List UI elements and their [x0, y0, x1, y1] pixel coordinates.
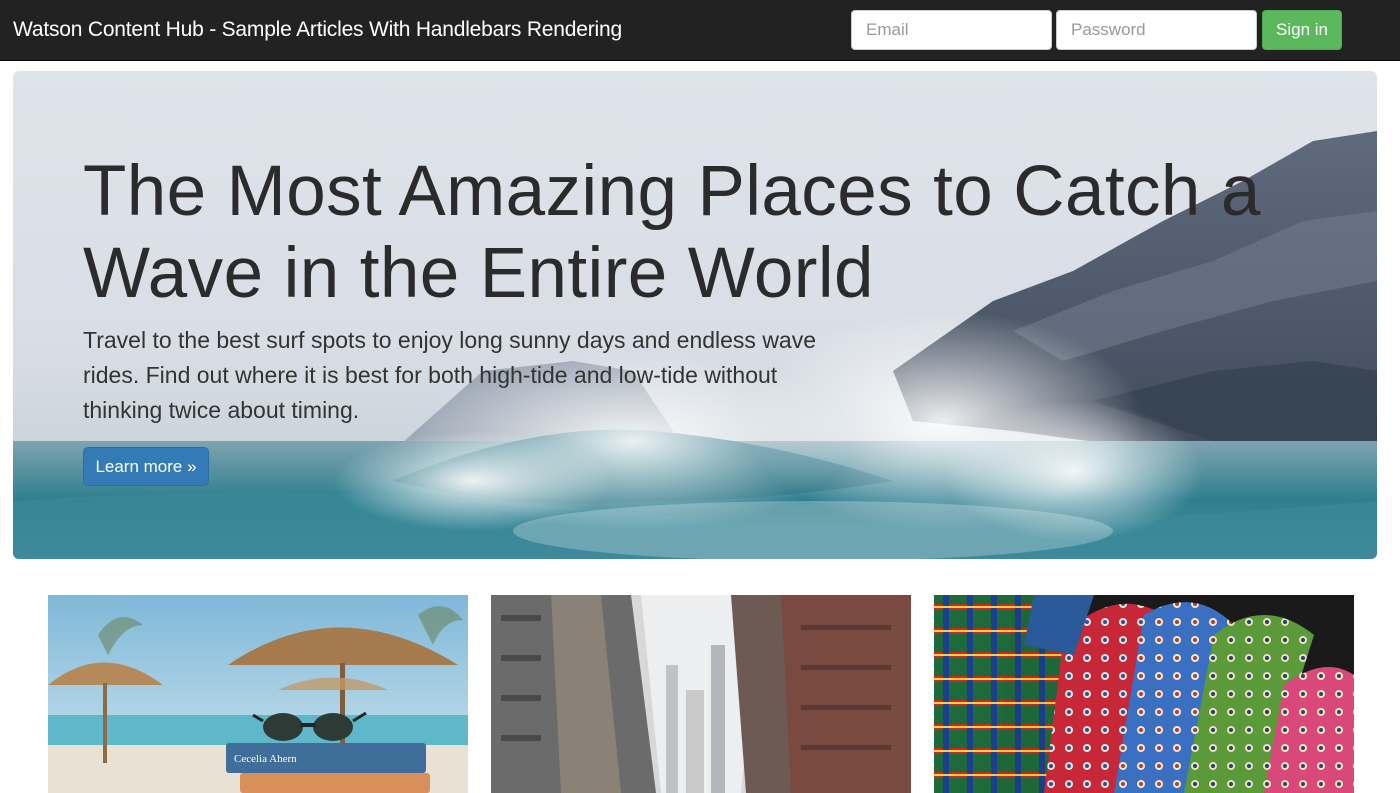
article-card-city[interactable] [491, 595, 911, 793]
hero-title: The Most Amazing Places to Catch a Wave … [83, 152, 1261, 313]
article-card-ties[interactable] [934, 595, 1354, 793]
hero-banner: The Most Amazing Places to Catch a Wave … [13, 71, 1377, 559]
password-input[interactable] [1056, 10, 1257, 50]
hero-description: Travel to the best surf spots to enjoy l… [83, 327, 817, 423]
article-card-beach[interactable]: Cecelia Ahern [48, 595, 468, 793]
city-street-image [491, 595, 911, 793]
beach-image: Cecelia Ahern [48, 595, 468, 793]
book-spine-text-1: Cecelia Ahern [234, 753, 297, 765]
learn-more-button[interactable]: Learn more » [83, 447, 209, 486]
brand-title[interactable]: Watson Content Hub - Sample Articles Wit… [13, 0, 622, 61]
navbar: Watson Content Hub - Sample Articles Wit… [0, 0, 1400, 61]
neckties-image [934, 595, 1354, 793]
email-input[interactable] [851, 10, 1052, 50]
wave-rocks-image [13, 131, 1377, 559]
sign-in-button[interactable]: Sign in [1262, 10, 1342, 50]
